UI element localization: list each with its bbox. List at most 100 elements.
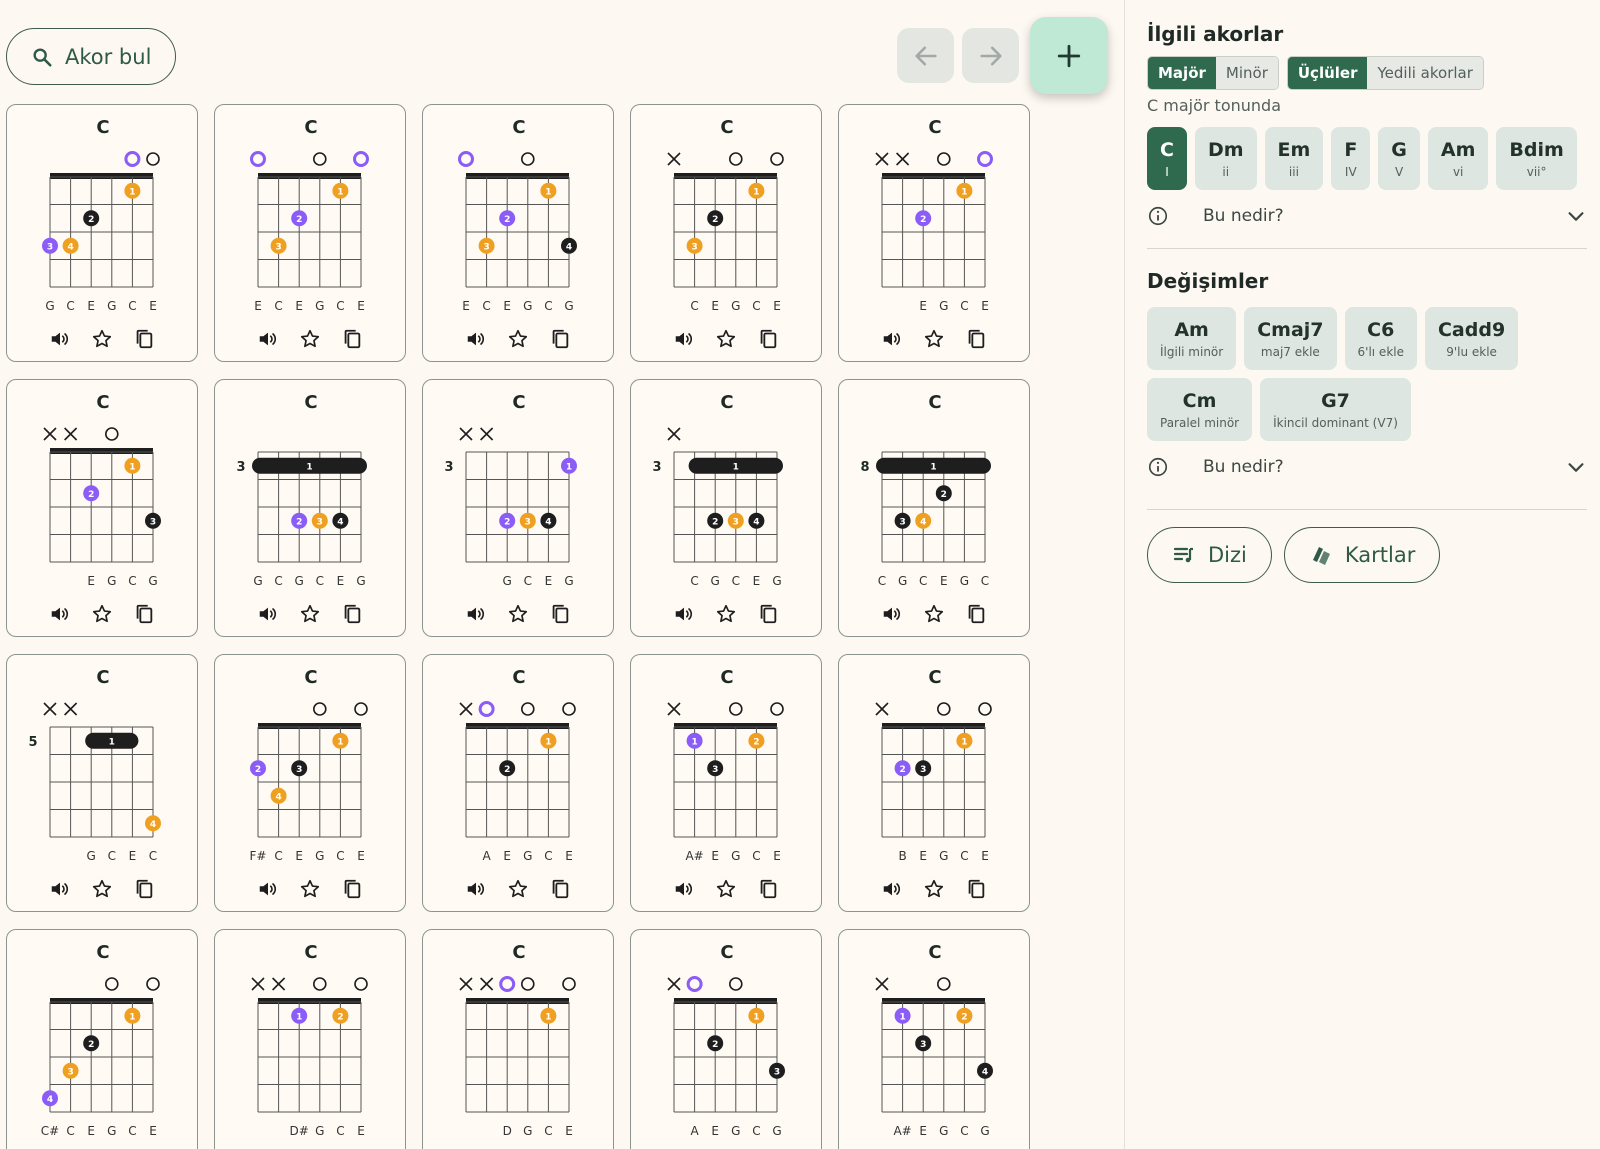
copy-button[interactable] bbox=[130, 875, 158, 903]
favorite-button[interactable] bbox=[88, 600, 116, 628]
play-sound-button[interactable] bbox=[254, 325, 282, 353]
favorite-button[interactable] bbox=[504, 325, 532, 353]
favorite-button[interactable] bbox=[296, 325, 324, 353]
chord-card[interactable]: C123EGCG bbox=[6, 379, 198, 637]
copy-button[interactable] bbox=[546, 600, 574, 628]
copy-button[interactable] bbox=[546, 875, 574, 903]
change-chip[interactable]: Cm Paralel minör bbox=[1147, 378, 1253, 441]
change-chip[interactable]: C6 6'lı ekle bbox=[1344, 307, 1417, 370]
favorite-button[interactable] bbox=[504, 600, 532, 628]
change-chord-name: Cmaj7 bbox=[1257, 318, 1324, 341]
what-is-this-toggle-2[interactable]: Bu nedir? bbox=[1147, 447, 1587, 487]
chord-card[interactable]: C81234CGCEGC bbox=[838, 379, 1030, 637]
play-sound-button[interactable] bbox=[670, 325, 698, 353]
string-note: G bbox=[107, 574, 116, 588]
copy-button[interactable] bbox=[962, 325, 990, 353]
chord-card[interactable]: C31234GCGCEG bbox=[214, 379, 406, 637]
chord-card[interactable]: C123BEGCE bbox=[838, 654, 1030, 912]
copy-button[interactable] bbox=[546, 325, 574, 353]
chord-card[interactable]: C123CEGCE bbox=[630, 104, 822, 362]
copy-button[interactable] bbox=[338, 325, 366, 353]
string-note: A# bbox=[685, 849, 703, 863]
chord-card[interactable]: C 1 2 3 4 C# C E G C E bbox=[6, 929, 198, 1149]
degree-chip[interactable]: CI bbox=[1147, 127, 1187, 190]
chord-card[interactable]: C31234GCEG bbox=[422, 379, 614, 637]
favorite-button[interactable] bbox=[296, 600, 324, 628]
find-chord-button[interactable]: Akor bul bbox=[6, 28, 176, 85]
tab-minor[interactable]: Minör bbox=[1215, 57, 1278, 89]
previous-button[interactable] bbox=[897, 28, 954, 83]
what-is-this-toggle[interactable]: Bu nedir? bbox=[1147, 196, 1587, 236]
string-note: E bbox=[87, 574, 95, 588]
play-sound-button[interactable] bbox=[878, 600, 906, 628]
chord-card[interactable]: C31234CGCEG bbox=[630, 379, 822, 637]
change-chip[interactable]: Cmaj7 maj7 ekle bbox=[1244, 307, 1337, 370]
speaker-icon bbox=[883, 607, 901, 621]
play-sound-button[interactable] bbox=[878, 325, 906, 353]
degree-chip[interactable]: Em iii bbox=[1264, 127, 1324, 190]
play-sound-button[interactable] bbox=[670, 875, 698, 903]
degree-chip[interactable]: Am vi bbox=[1427, 127, 1489, 190]
copy-button[interactable] bbox=[754, 600, 782, 628]
favorite-button[interactable] bbox=[88, 325, 116, 353]
change-chip[interactable]: Am İlgili minör bbox=[1147, 307, 1237, 370]
tab-triads[interactable]: Üçlüler bbox=[1287, 57, 1368, 89]
chord-card[interactable]: C 1 2 3 4 F# C E G C E bbox=[214, 654, 406, 912]
copy-button[interactable] bbox=[338, 600, 366, 628]
chord-card[interactable]: C12AEGCE bbox=[422, 654, 614, 912]
chord-card[interactable]: C12EGCE bbox=[838, 104, 1030, 362]
degree-chip[interactable]: Bdim vii° bbox=[1496, 127, 1577, 190]
favorite-button[interactable] bbox=[920, 875, 948, 903]
string-note: E bbox=[565, 849, 573, 863]
tab-seventh-chords[interactable]: Yedili akorlar bbox=[1367, 57, 1483, 89]
change-chip[interactable]: G7 İkincil dominant (V7) bbox=[1260, 378, 1411, 441]
finger-number: 3 bbox=[150, 517, 156, 527]
play-sound-button[interactable] bbox=[462, 325, 490, 353]
chord-card[interactable]: C1234ECEGCG bbox=[422, 104, 614, 362]
scale-button[interactable]: Dizi bbox=[1147, 527, 1272, 583]
chord-card[interactable]: C 1 2 3 4 A# E G C G bbox=[838, 929, 1030, 1149]
chord-card[interactable]: C 1 2 3 A# E G C E bbox=[630, 654, 822, 912]
chord-card[interactable]: C1DGCE bbox=[422, 929, 614, 1149]
chord-card[interactable]: C123AEGCG bbox=[630, 929, 822, 1149]
play-sound-button[interactable] bbox=[254, 600, 282, 628]
degree-chip[interactable]: Dm ii bbox=[1194, 127, 1257, 190]
favorite-button[interactable] bbox=[712, 325, 740, 353]
nut bbox=[882, 723, 985, 729]
favorite-button[interactable] bbox=[88, 875, 116, 903]
favorite-button[interactable] bbox=[920, 325, 948, 353]
copy-button[interactable] bbox=[754, 875, 782, 903]
favorite-button[interactable] bbox=[296, 875, 324, 903]
play-sound-button[interactable] bbox=[462, 875, 490, 903]
favorite-button[interactable] bbox=[504, 875, 532, 903]
play-sound-button[interactable] bbox=[254, 875, 282, 903]
copy-button[interactable] bbox=[754, 325, 782, 353]
play-sound-button[interactable] bbox=[462, 600, 490, 628]
favorite-button[interactable] bbox=[920, 600, 948, 628]
chord-card[interactable]: C123ECEGCE bbox=[214, 104, 406, 362]
favorite-button[interactable] bbox=[712, 875, 740, 903]
next-button[interactable] bbox=[962, 28, 1019, 83]
copy-button[interactable] bbox=[962, 875, 990, 903]
add-button[interactable] bbox=[1030, 17, 1108, 94]
degree-chip[interactable]: F IV bbox=[1331, 127, 1371, 190]
degree-chip[interactable]: GV bbox=[1378, 127, 1420, 190]
copy-button[interactable] bbox=[130, 325, 158, 353]
tab-major[interactable]: Majör bbox=[1148, 57, 1216, 89]
flashcards-button[interactable]: Kartlar bbox=[1283, 527, 1441, 583]
chord-card[interactable]: C514GCEC bbox=[6, 654, 198, 912]
chord-card[interactable]: C1234GCEGCE bbox=[6, 104, 198, 362]
copy-button[interactable] bbox=[338, 875, 366, 903]
chord-card[interactable]: C 1 2 D# G C E bbox=[214, 929, 406, 1149]
play-sound-button[interactable] bbox=[878, 875, 906, 903]
copy-button[interactable] bbox=[962, 600, 990, 628]
play-sound-button[interactable] bbox=[670, 600, 698, 628]
favorite-button[interactable] bbox=[712, 600, 740, 628]
play-sound-button[interactable] bbox=[46, 875, 74, 903]
nut bbox=[258, 723, 361, 729]
copy-button[interactable] bbox=[130, 600, 158, 628]
play-sound-button[interactable] bbox=[46, 325, 74, 353]
change-chip[interactable]: Cadd9 9'lu ekle bbox=[1424, 307, 1519, 370]
play-sound-button[interactable] bbox=[46, 600, 74, 628]
copy-icon bbox=[968, 879, 985, 899]
